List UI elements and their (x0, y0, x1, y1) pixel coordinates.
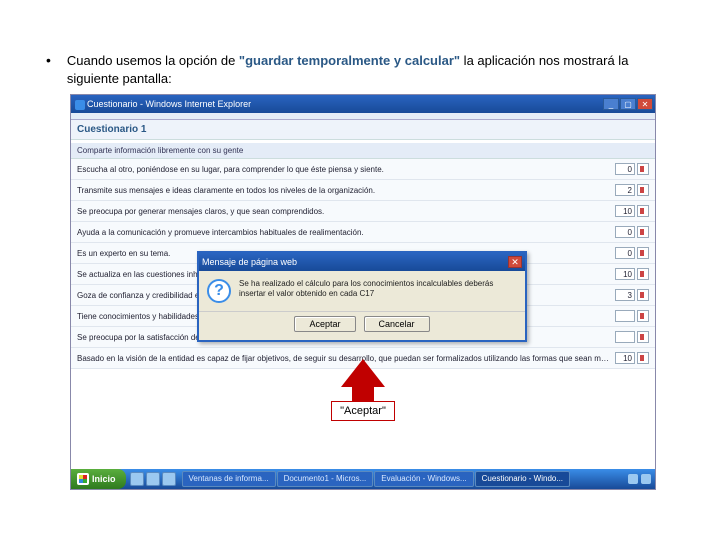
windows-icon (77, 473, 89, 485)
window-titlebar: Cuestionario - Windows Internet Explorer… (71, 95, 655, 113)
start-button[interactable]: Inicio (71, 469, 126, 489)
value-input[interactable]: 10 (615, 268, 635, 280)
value-input[interactable]: 3 (615, 289, 635, 301)
quick-launch-icon[interactable] (146, 472, 160, 486)
bullet-text: Cuando usemos la opción de "guardar temp… (67, 52, 666, 88)
picker-button[interactable] (637, 184, 649, 196)
picker-button[interactable] (637, 205, 649, 217)
dialog-message: Se ha realizado el cálculo para los cono… (239, 279, 517, 300)
close-button[interactable]: ✕ (637, 98, 653, 110)
question-row: Escucha al otro, poniéndose en su lugar,… (71, 159, 655, 180)
minimize-button[interactable]: _ (603, 98, 619, 110)
maximize-button[interactable]: ▢ (620, 98, 636, 110)
dialog-close-button[interactable]: ✕ (508, 256, 522, 268)
row-control: 0 (615, 163, 649, 175)
arrow-stem (352, 387, 374, 401)
quick-launch-icon[interactable] (162, 472, 176, 486)
dialog-titlebar: Mensaje de página web ✕ (199, 253, 525, 271)
row-control (615, 331, 649, 343)
quick-launch-icon[interactable] (130, 472, 144, 486)
value-input[interactable]: 0 (615, 247, 635, 259)
question-text: Se preocupa por generar mensajes claros,… (77, 207, 615, 216)
value-input[interactable]: 10 (615, 205, 635, 217)
question-row: Se preocupa por generar mensajes claros,… (71, 201, 655, 222)
value-input[interactable]: 0 (615, 226, 635, 238)
start-label: Inicio (92, 474, 116, 484)
task-button[interactable]: Cuestionario - Windo... (475, 471, 570, 487)
page-title: Cuestionario 1 (71, 120, 655, 140)
picker-button[interactable] (637, 268, 649, 280)
system-tray (624, 474, 655, 484)
ie-toolbar (71, 113, 655, 120)
picker-button[interactable] (637, 163, 649, 175)
window-title: Cuestionario - Windows Internet Explorer (73, 99, 251, 109)
tray-icon[interactable] (628, 474, 638, 484)
dialog-buttons: Aceptar Cancelar (199, 311, 525, 340)
picker-button[interactable] (637, 310, 649, 322)
text-quote: "guardar temporalmente y calcular" (239, 53, 460, 68)
dialog-title: Mensaje de página web (202, 257, 297, 267)
row-control: 10 (615, 352, 649, 364)
question-text: Ayuda a la comunicación y promueve inter… (77, 228, 615, 237)
section-header: Comparte información libremente con su g… (71, 143, 655, 159)
row-control (615, 310, 649, 322)
task-button[interactable]: Documento1 - Micros... (277, 471, 374, 487)
task-buttons: Ventanas de informa...Documento1 - Micro… (182, 471, 624, 487)
taskbar: Inicio Ventanas de informa...Documento1 … (71, 469, 655, 489)
bullet-paragraph: • Cuando usemos la opción de "guardar te… (46, 52, 666, 88)
value-input[interactable] (615, 310, 635, 322)
text-pre: Cuando usemos la opción de (67, 53, 239, 68)
tray-icon[interactable] (641, 474, 651, 484)
question-row: Transmite sus mensajes e ideas clarament… (71, 180, 655, 201)
task-button[interactable]: Evaluación - Windows... (374, 471, 473, 487)
question-text: Transmite sus mensajes e ideas clarament… (77, 186, 615, 195)
quick-launch (130, 472, 176, 486)
accept-button[interactable]: Aceptar (294, 316, 355, 332)
value-input[interactable] (615, 331, 635, 343)
picker-button[interactable] (637, 247, 649, 259)
row-control: 2 (615, 184, 649, 196)
picker-button[interactable] (637, 226, 649, 238)
picker-button[interactable] (637, 331, 649, 343)
alert-dialog: Mensaje de página web ✕ ? Se ha realizad… (197, 251, 527, 342)
arrow-up-icon (341, 359, 385, 387)
value-input[interactable]: 10 (615, 352, 635, 364)
row-control: 10 (615, 268, 649, 280)
picker-button[interactable] (637, 352, 649, 364)
question-icon: ? (207, 279, 231, 303)
row-control: 0 (615, 247, 649, 259)
picker-button[interactable] (637, 289, 649, 301)
question-text: Escucha al otro, poniéndose en su lugar,… (77, 165, 615, 174)
value-input[interactable]: 0 (615, 163, 635, 175)
row-control: 10 (615, 205, 649, 217)
callout-label: "Aceptar" (331, 401, 395, 421)
window-buttons: _ ▢ ✕ (603, 98, 653, 110)
row-control: 0 (615, 226, 649, 238)
row-control: 3 (615, 289, 649, 301)
bullet-icon: • (46, 52, 51, 88)
value-input[interactable]: 2 (615, 184, 635, 196)
arrow-callout: "Aceptar" (331, 359, 395, 421)
task-button[interactable]: Ventanas de informa... (182, 471, 276, 487)
question-row: Ayuda a la comunicación y promueve inter… (71, 222, 655, 243)
ie-window: Cuestionario - Windows Internet Explorer… (70, 94, 656, 490)
cancel-button[interactable]: Cancelar (364, 316, 430, 332)
dialog-body: ? Se ha realizado el cálculo para los co… (199, 271, 525, 311)
